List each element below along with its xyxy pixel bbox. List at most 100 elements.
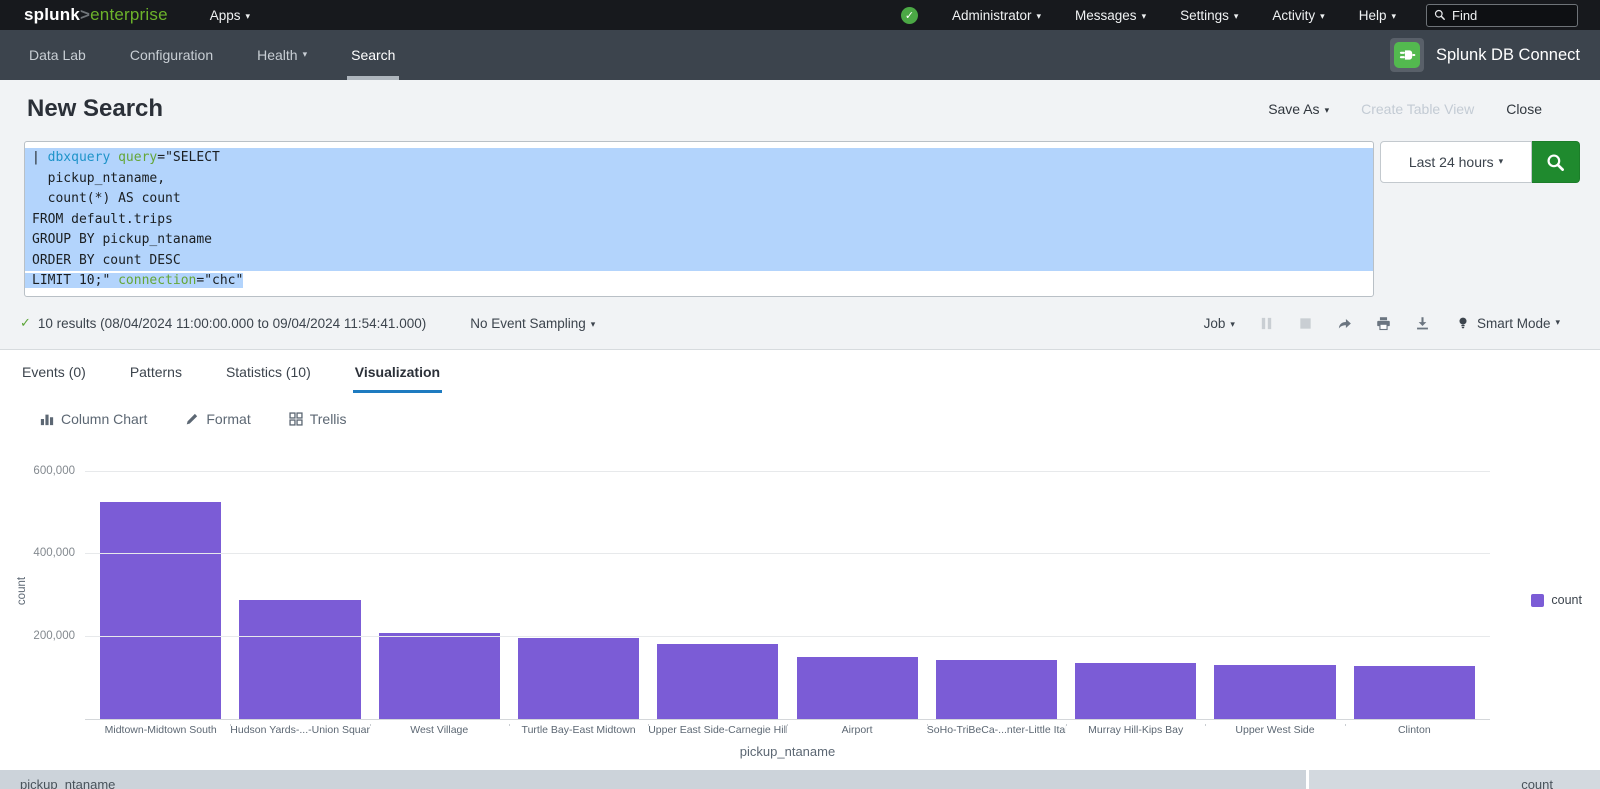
nav-item-health[interactable]: Health▾: [255, 30, 309, 80]
plot-area: 200,000400,000600,000: [85, 455, 1490, 720]
y-tick-label: 400,000: [33, 547, 75, 559]
x-tick-label: Turtle Bay-East Midtown: [509, 724, 648, 736]
query-line-6: ORDER BY count DESC: [25, 251, 1373, 272]
bar-west-village[interactable]: [379, 633, 500, 719]
lightbulb-icon: [1456, 316, 1470, 330]
event-sampling-menu[interactable]: No Event Sampling▾: [470, 316, 595, 331]
format-button[interactable]: Format: [185, 411, 250, 427]
y-tick-label: 600,000: [33, 465, 75, 477]
query-editor[interactable]: | dbxquery query="SELECT pickup_ntaname,…: [24, 141, 1374, 297]
stop-icon: [1298, 316, 1313, 331]
topbar-menu-administrator[interactable]: Administrator▾: [952, 8, 1041, 23]
health-status-icon[interactable]: ✓: [901, 7, 918, 24]
bar-airport[interactable]: [797, 657, 918, 719]
app-nav: Data Lab Configuration Health▾ Search: [27, 30, 437, 80]
caret-down-icon: ▾: [303, 49, 308, 60]
app-title[interactable]: Splunk DB Connect: [1436, 46, 1580, 65]
x-axis-labels: Midtown-Midtown SouthHudson Yards-...-Un…: [85, 720, 1490, 736]
x-tick-label: West Village: [370, 724, 509, 736]
splunk-logo[interactable]: splunk>enterprise: [24, 5, 168, 25]
query-line-5: GROUP BY pickup_ntaname: [25, 230, 1373, 251]
export-icon[interactable]: [1415, 316, 1430, 331]
results-check-icon: ✓: [20, 315, 31, 331]
search-button[interactable]: [1532, 141, 1580, 183]
save-as-button[interactable]: Save As▾: [1268, 101, 1329, 117]
nav-item-data-lab[interactable]: Data Lab: [27, 30, 88, 80]
tab-statistics[interactable]: Statistics (10): [224, 350, 313, 393]
topbar-menu-activity[interactable]: Activity▾: [1272, 8, 1324, 23]
query-line-1: | dbxquery query="SELECT: [25, 148, 1373, 169]
topbar-menus: Administrator▾ Messages▾ Settings▾ Activity…: [918, 8, 1396, 23]
nav-item-search[interactable]: Search: [349, 30, 397, 80]
x-tick-label: Murray Hill-Kips Bay: [1066, 724, 1205, 736]
bar-turtle-bay-east-midtown[interactable]: [518, 638, 639, 719]
x-tick-label: Midtown-Midtown South: [91, 724, 230, 736]
topbar-menu-messages[interactable]: Messages▾: [1075, 8, 1146, 23]
y-axis-title: count: [16, 577, 28, 605]
trellis-grid-icon: [289, 412, 303, 426]
caret-down-icon: ▾: [1230, 319, 1235, 329]
gridline: 400,000: [85, 553, 1490, 554]
find-input[interactable]: [1452, 8, 1570, 23]
bar-upper-east-side-carnegie-hill[interactable]: [657, 644, 778, 719]
column-header-pickup-ntaname[interactable]: pickup_ntaname: [0, 770, 1306, 789]
search-icon: [1434, 9, 1446, 21]
close-button[interactable]: Close: [1506, 101, 1542, 117]
search-icon: [1546, 153, 1565, 172]
column-header-count[interactable]: count: [1309, 770, 1600, 789]
x-tick-label: Clinton: [1345, 724, 1484, 736]
apps-menu[interactable]: Apps▾: [210, 8, 250, 23]
logo-brand: splunk: [24, 5, 80, 24]
caret-down-icon: ▾: [1142, 11, 1147, 21]
caret-down-icon: ▾: [1499, 156, 1504, 167]
logo-gt: >: [80, 5, 90, 24]
gridline: 600,000: [85, 471, 1490, 472]
topbar-menu-settings[interactable]: Settings▾: [1180, 8, 1238, 23]
print-icon[interactable]: [1376, 316, 1391, 331]
pause-icon: [1259, 316, 1274, 331]
db-connect-app-icon[interactable]: [1390, 38, 1424, 72]
statistics-table-header: pickup_ntaname count: [0, 770, 1600, 789]
topbar-menu-help[interactable]: Help▾: [1359, 8, 1396, 23]
find-search-box[interactable]: [1426, 4, 1578, 27]
app-nav-bar: Data Lab Configuration Health▾ Search Splun…: [0, 30, 1600, 80]
bar-upper-west-side[interactable]: [1214, 665, 1335, 719]
caret-down-icon: ▾: [591, 319, 596, 329]
bar-clinton[interactable]: [1354, 666, 1475, 719]
chart-type-button[interactable]: Column Chart: [40, 411, 147, 427]
results-summary: 10 results (08/04/2024 11:00:00.000 to 0…: [38, 316, 426, 331]
viz-toolbar: Column Chart Format Trellis: [0, 393, 1600, 439]
caret-down-icon: ▾: [1037, 11, 1042, 21]
x-tick-label: Upper West Side: [1205, 724, 1344, 736]
caret-down-icon: ▾: [1555, 317, 1560, 328]
plug-icon: [1394, 42, 1420, 68]
share-icon[interactable]: [1337, 316, 1352, 331]
query-line-2: pickup_ntaname,: [25, 169, 1373, 190]
search-mode-menu[interactable]: Smart Mode▾: [1456, 316, 1560, 331]
chart-legend[interactable]: count: [1531, 593, 1582, 607]
time-range-picker[interactable]: Last 24 hours ▾: [1380, 141, 1532, 183]
query-line-3: count(*) AS count: [25, 189, 1373, 210]
tab-events[interactable]: Events (0): [20, 350, 88, 393]
bar-hudson-yards-union-square[interactable]: [239, 600, 360, 719]
legend-swatch: [1531, 594, 1544, 607]
logo-product: enterprise: [90, 5, 168, 24]
time-range-label: Last 24 hours: [1409, 154, 1494, 170]
results-tabs: Events (0) Patterns Statistics (10) Visuali…: [0, 350, 1600, 393]
page-title: New Search: [27, 95, 163, 123]
bar-midtown-midtown-south[interactable]: [100, 502, 221, 719]
x-tick-label: Airport: [787, 724, 926, 736]
bar-murray-hill-kips-bay[interactable]: [1075, 663, 1196, 719]
trellis-button[interactable]: Trellis: [289, 411, 347, 427]
tab-patterns[interactable]: Patterns: [128, 350, 184, 393]
nav-item-configuration[interactable]: Configuration: [128, 30, 215, 80]
job-menu[interactable]: Job▾: [1204, 316, 1235, 331]
column-chart: count 200,000400,000600,000 Midtown-Midt…: [0, 455, 1600, 759]
column-chart-icon: [40, 412, 54, 426]
bar-soho-tribeca-nter-little-italy[interactable]: [936, 660, 1057, 719]
query-line-4: FROM default.trips: [25, 210, 1373, 231]
search-section: New Search Save As▾ Create Table View Cl…: [0, 80, 1600, 350]
tab-visualization[interactable]: Visualization: [353, 350, 442, 393]
x-axis-title: pickup_ntaname: [85, 744, 1490, 759]
caret-down-icon: ▾: [1325, 105, 1330, 115]
